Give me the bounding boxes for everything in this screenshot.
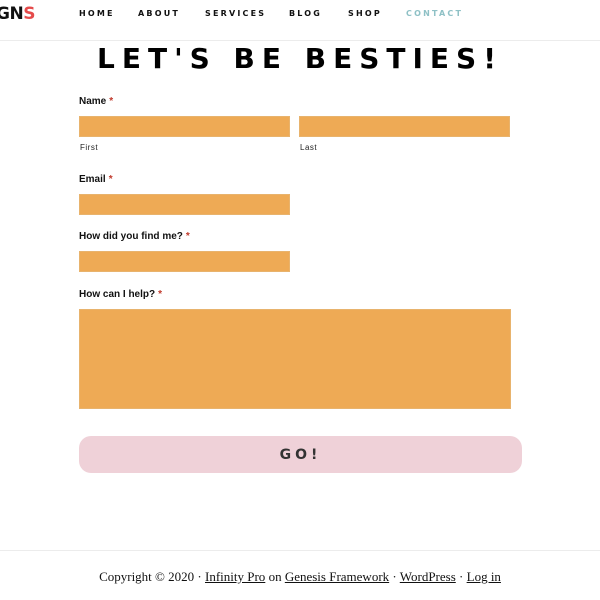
page-title: LET'S BE BESTIES! bbox=[97, 42, 503, 75]
genesis-framework-link[interactable]: Genesis Framework bbox=[285, 569, 389, 584]
footer-credits: Copyright © 2020 · Infinity Pro on Genes… bbox=[0, 569, 600, 585]
first-sublabel: First bbox=[80, 143, 99, 152]
email-label: Email * bbox=[79, 174, 113, 185]
required-marker: * bbox=[109, 96, 114, 107]
first-name-input[interactable] bbox=[79, 116, 290, 137]
site-footer: Copyright © 2020 · Infinity Pro on Genes… bbox=[0, 550, 600, 600]
footer-separator: · bbox=[392, 569, 397, 584]
logo-text: GN bbox=[0, 4, 24, 24]
last-sublabel: Last bbox=[300, 143, 318, 152]
infinity-pro-link[interactable]: Infinity Pro bbox=[205, 569, 265, 584]
footer-separator: · bbox=[459, 569, 464, 584]
login-link[interactable]: Log in bbox=[467, 569, 501, 584]
nav-about[interactable]: ABOUT bbox=[138, 9, 180, 18]
nav-contact[interactable]: CONTACT bbox=[406, 9, 463, 18]
email-input[interactable] bbox=[79, 194, 290, 215]
nav-blog[interactable]: BLOG bbox=[289, 9, 322, 18]
required-marker: * bbox=[108, 174, 113, 185]
how-found-input[interactable] bbox=[79, 251, 290, 272]
email-label-text: Email bbox=[79, 174, 106, 185]
submit-button[interactable]: GO! bbox=[79, 436, 522, 473]
how-found-label: How did you find me? * bbox=[79, 231, 190, 242]
last-name-input[interactable] bbox=[299, 116, 510, 137]
required-marker: * bbox=[158, 289, 163, 300]
nav-services[interactable]: SERVICES bbox=[205, 9, 266, 18]
page: GNS HOME ABOUT SERVICES BLOG SHOP CONTAC… bbox=[0, 0, 600, 600]
logo-accent: S bbox=[23, 4, 35, 24]
copyright-text: Copyright © 2020 · bbox=[99, 569, 202, 584]
wordpress-link[interactable]: WordPress bbox=[400, 569, 456, 584]
help-textarea[interactable] bbox=[79, 309, 511, 409]
how-found-label-text: How did you find me? bbox=[79, 231, 183, 242]
nav-home[interactable]: HOME bbox=[79, 9, 115, 18]
help-label: How can I help? * bbox=[79, 289, 162, 300]
help-label-text: How can I help? bbox=[79, 289, 156, 300]
footer-on-text: on bbox=[268, 569, 282, 584]
name-label: Name * bbox=[79, 96, 113, 107]
name-label-text: Name bbox=[79, 96, 107, 107]
site-logo[interactable]: GNS bbox=[0, 4, 35, 24]
required-marker: * bbox=[185, 231, 190, 242]
nav-shop[interactable]: SHOP bbox=[348, 9, 382, 18]
site-header: GNS HOME ABOUT SERVICES BLOG SHOP CONTAC… bbox=[0, 0, 600, 41]
